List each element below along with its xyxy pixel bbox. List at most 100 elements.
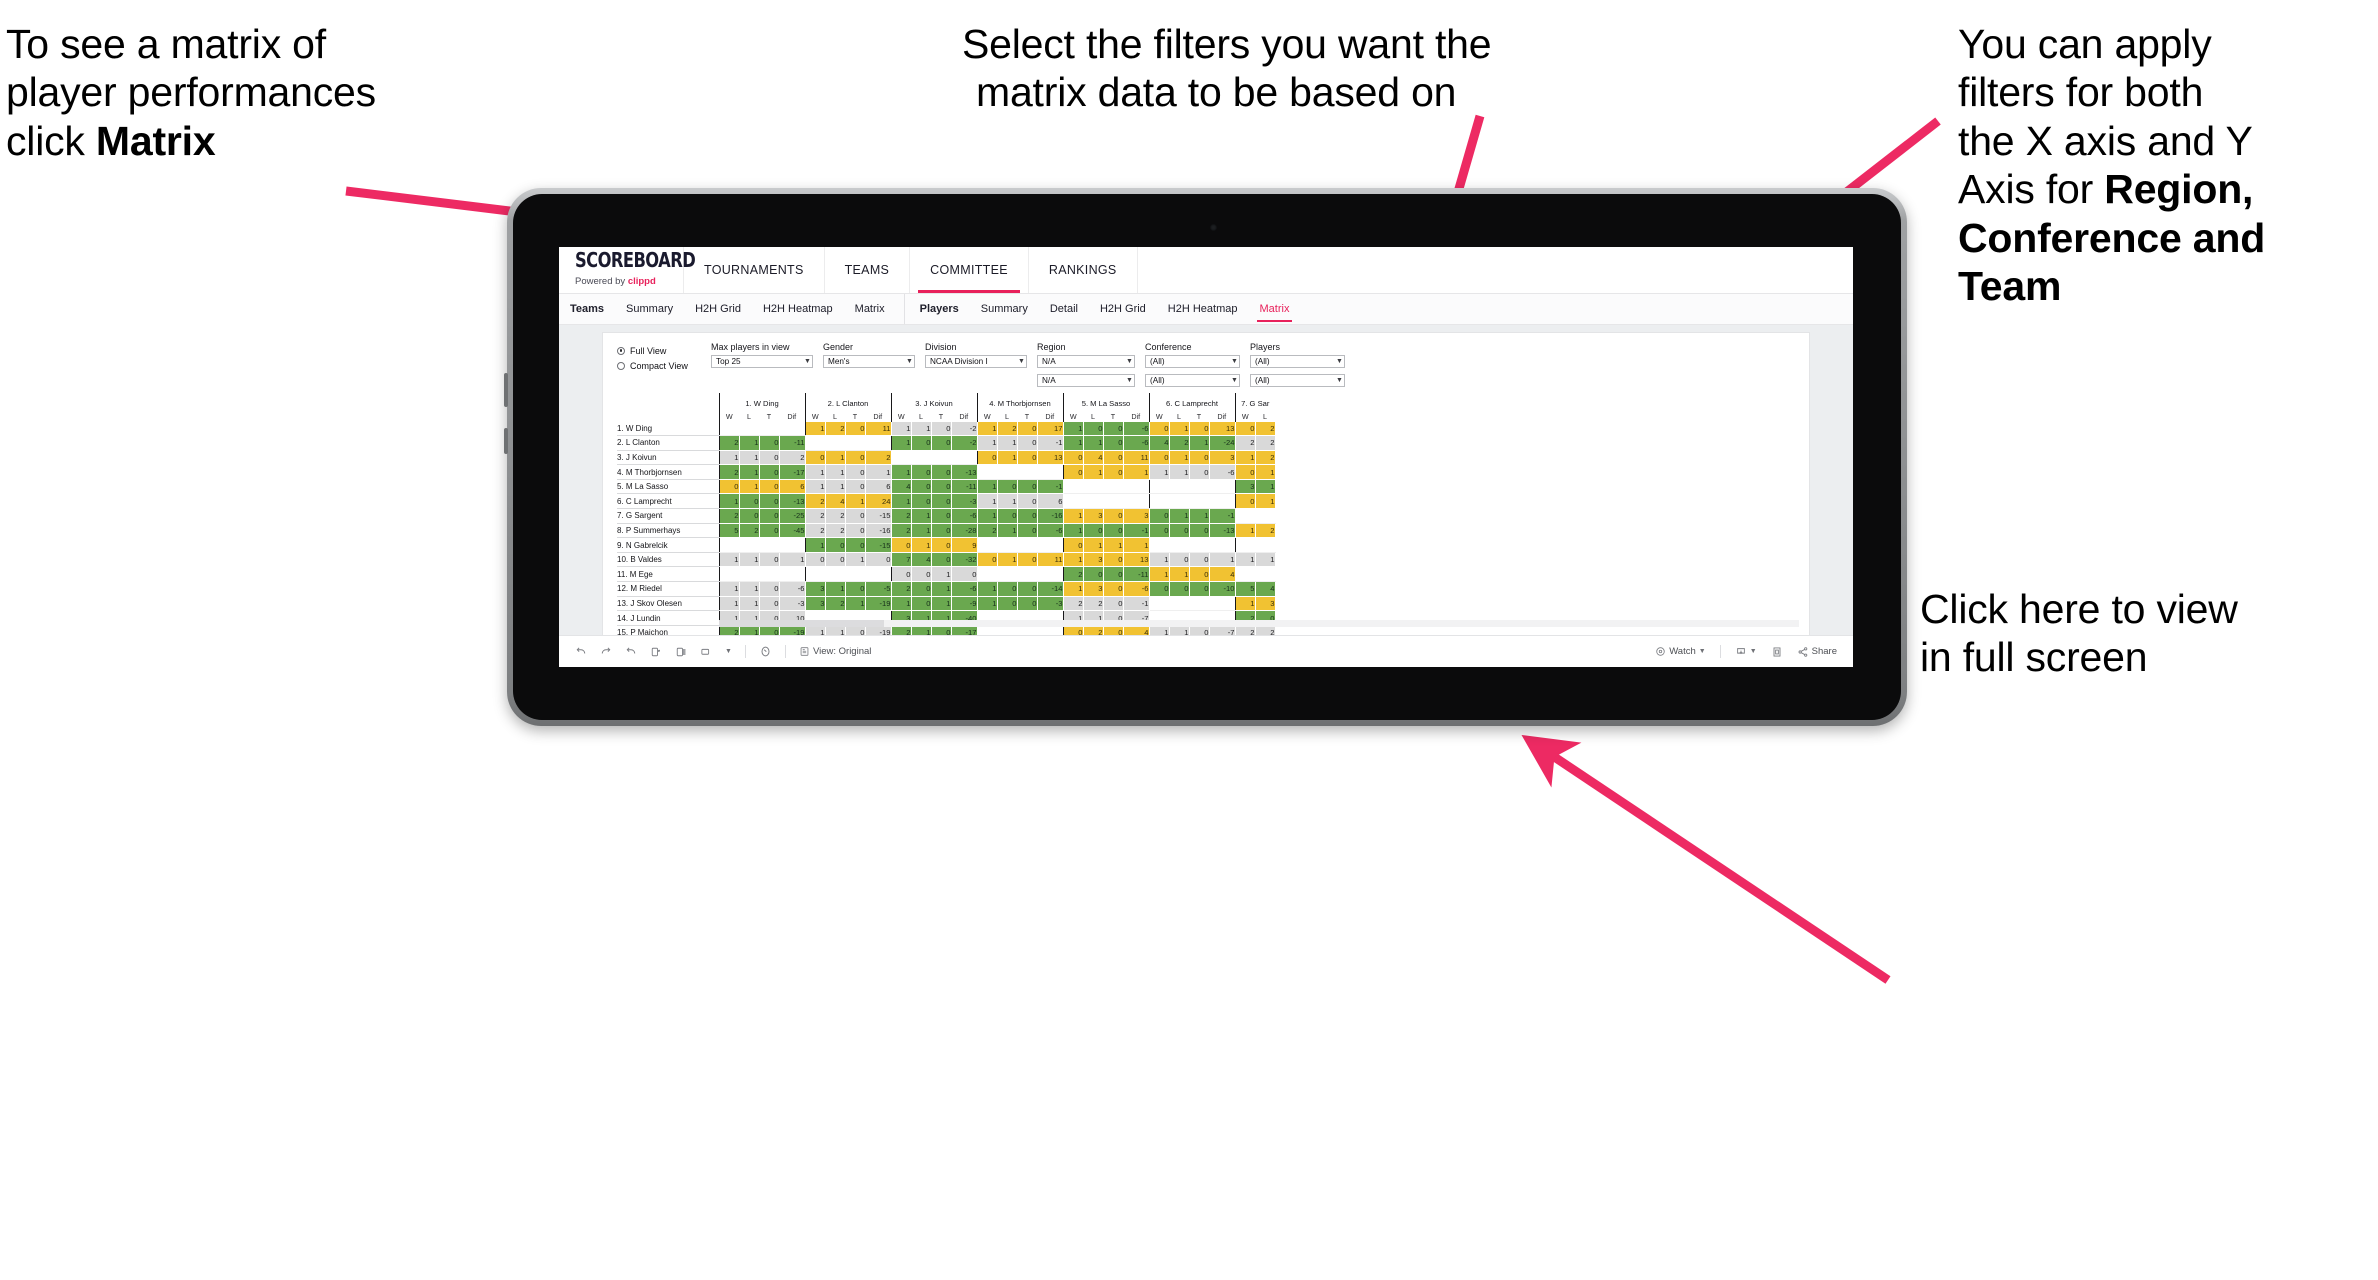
matrix-cell[interactable]: 0 <box>804 449 826 466</box>
matrix-cell[interactable]: 1 <box>1234 522 1256 539</box>
matrix-cell[interactable]: 1 <box>976 478 998 495</box>
fullscreen-icon[interactable] <box>1771 646 1783 658</box>
matrix-cell[interactable]: 4 <box>1082 449 1104 466</box>
matrix-cell[interactable]: -2 <box>950 420 978 437</box>
matrix-cell[interactable]: -25 <box>778 508 806 524</box>
matrix-cell[interactable]: -3 <box>778 595 806 612</box>
matrix-cell[interactable]: 0 <box>1188 449 1210 466</box>
matrix-cell[interactable]: 0 <box>890 566 912 583</box>
matrix-cell[interactable]: 0 <box>1102 595 1124 612</box>
matrix-row[interactable]: 8. P Summerhays 5 2 0 -45 2 2 0 -16 2 1 0 -28 2 1 0 -6 1 0… <box>617 522 1276 539</box>
matrix-cell[interactable]: 1 <box>1062 508 1084 524</box>
matrix-cell[interactable]: 1 <box>996 435 1018 451</box>
matrix-cell[interactable]: 1 <box>738 551 760 568</box>
matrix-cell[interactable]: 6 <box>1036 493 1064 510</box>
matrix-cell[interactable]: 1 <box>1234 551 1256 568</box>
subnav-players-h2h-heatmap[interactable]: H2H Heatmap <box>1157 294 1249 324</box>
matrix-cell[interactable]: 0 <box>1062 464 1084 480</box>
matrix-cell[interactable]: 4 <box>1148 435 1170 451</box>
matrix-cell[interactable]: 1 <box>996 449 1018 466</box>
matrix-cell[interactable]: 24 <box>864 493 892 510</box>
revert-icon[interactable] <box>625 646 637 658</box>
nav-rankings[interactable]: RANKINGS <box>1029 247 1138 293</box>
matrix-cell[interactable]: 0 <box>1016 508 1038 524</box>
matrix-cell[interactable]: 2 <box>824 595 846 612</box>
matrix-cell[interactable]: 1 <box>1082 537 1104 553</box>
matrix-cell[interactable]: -5 <box>864 581 892 597</box>
matrix-cell[interactable]: 0 <box>758 493 780 510</box>
matrix-cell[interactable]: 1 <box>864 464 892 480</box>
matrix-cell[interactable]: 0 <box>1148 522 1170 539</box>
matrix-cell[interactable]: 1 <box>718 493 740 510</box>
nav-teams[interactable]: TEAMS <box>825 247 911 293</box>
matrix-cell[interactable]: 1 <box>1082 464 1104 480</box>
matrix-cell[interactable]: 1 <box>738 478 760 495</box>
matrix-cell[interactable]: 1 <box>996 522 1018 539</box>
matrix-cell[interactable]: 1 <box>976 595 998 612</box>
matrix-cell[interactable]: 0 <box>738 493 760 510</box>
matrix-cell[interactable]: 3 <box>1082 581 1104 597</box>
matrix-cell[interactable]: 0 <box>930 493 952 510</box>
matrix-cell[interactable]: -11 <box>778 435 806 451</box>
matrix-cell[interactable]: 0 <box>1102 551 1124 568</box>
matrix-cell[interactable]: 0 <box>996 478 1018 495</box>
download-button[interactable]: ▼ <box>1735 646 1757 658</box>
matrix-cell[interactable]: -1 <box>1122 595 1150 612</box>
matrix-cell[interactable]: 1 <box>844 551 866 568</box>
matrix-cell[interactable]: 0 <box>1016 420 1038 437</box>
matrix-cell[interactable]: -1 <box>1208 508 1236 524</box>
matrix-cell[interactable]: 0 <box>1082 420 1104 437</box>
matrix-cell[interactable]: 2 <box>1062 595 1084 612</box>
matrix-cell[interactable]: 0 <box>910 478 932 495</box>
matrix-row[interactable]: 10. B Valdes 1 1 0 1 0 0 1 0 7 4 0 -32 0 1 0 11 1 3 0 13 1 0 0 1… <box>617 551 1276 568</box>
matrix-cell[interactable]: 0 <box>1062 449 1084 466</box>
matrix-cell[interactable]: 0 <box>890 537 912 553</box>
matrix-cell[interactable]: 1 <box>910 522 932 539</box>
matrix-cell[interactable]: -1 <box>1122 522 1150 539</box>
filter-players-x-select[interactable]: (All) ▼ <box>1250 355 1345 368</box>
matrix-cell[interactable]: 0 <box>758 478 780 495</box>
matrix-cell[interactable]: 3 <box>1254 595 1276 612</box>
matrix-cell[interactable]: 0 <box>1102 435 1124 451</box>
matrix-cell[interactable]: 0 <box>1102 449 1124 466</box>
matrix-cell[interactable]: 1 <box>1168 566 1190 583</box>
matrix-cell[interactable]: 1 <box>1062 420 1084 437</box>
matrix-cell[interactable]: 17 <box>1036 420 1064 437</box>
matrix-cell[interactable]: 1 <box>910 537 932 553</box>
matrix-cell[interactable]: 4 <box>824 493 846 510</box>
matrix-cell[interactable]: -6 <box>1036 522 1064 539</box>
matrix-cell[interactable]: 1 <box>804 464 826 480</box>
matrix-cell[interactable]: -3 <box>950 493 978 510</box>
matrix-cell[interactable]: 1 <box>1254 551 1276 568</box>
matrix-cell[interactable]: 9 <box>950 537 978 553</box>
matrix-cell[interactable]: 1 <box>996 493 1018 510</box>
matrix-cell[interactable]: 1 <box>890 420 912 437</box>
subnav-teams-h2h-heatmap[interactable]: H2H Heatmap <box>752 294 844 324</box>
pause-auto-update-icon[interactable] <box>759 645 772 658</box>
matrix-cell[interactable]: 0 <box>1148 581 1170 597</box>
subnav-players[interactable]: Players <box>909 294 970 324</box>
matrix-cell[interactable]: 0 <box>1234 493 1256 510</box>
matrix-cell[interactable]: 3 <box>1208 449 1236 466</box>
matrix-cell[interactable]: 1 <box>718 449 740 466</box>
matrix-cell[interactable]: 4 <box>1208 566 1236 583</box>
matrix-cell[interactable]: 1 <box>930 595 952 612</box>
matrix-cell[interactable]: 0 <box>950 566 978 583</box>
view-original-button[interactable]: View: Original <box>799 646 871 657</box>
matrix-cell[interactable]: 0 <box>1188 581 1210 597</box>
matrix-cell[interactable]: 1 <box>890 493 912 510</box>
matrix-cell[interactable]: 1 <box>1148 551 1170 568</box>
matrix-cell[interactable]: 2 <box>1234 435 1256 451</box>
matrix-cell[interactable]: 0 <box>1062 537 1084 553</box>
matrix-cell[interactable]: 3 <box>1234 478 1256 495</box>
matrix-cell[interactable]: 0 <box>844 420 866 437</box>
matrix-cell[interactable]: 6 <box>864 478 892 495</box>
matrix-cell[interactable]: 0 <box>758 464 780 480</box>
matrix-cell[interactable]: 1 <box>1062 435 1084 451</box>
matrix-cell[interactable]: 0 <box>910 493 932 510</box>
matrix-cell[interactable]: 0 <box>844 449 866 466</box>
matrix-cell[interactable]: 1 <box>844 493 866 510</box>
matrix-cell[interactable]: 0 <box>996 581 1018 597</box>
subnav-teams[interactable]: Teams <box>559 294 615 324</box>
matrix-cell[interactable]: 1 <box>718 551 740 568</box>
